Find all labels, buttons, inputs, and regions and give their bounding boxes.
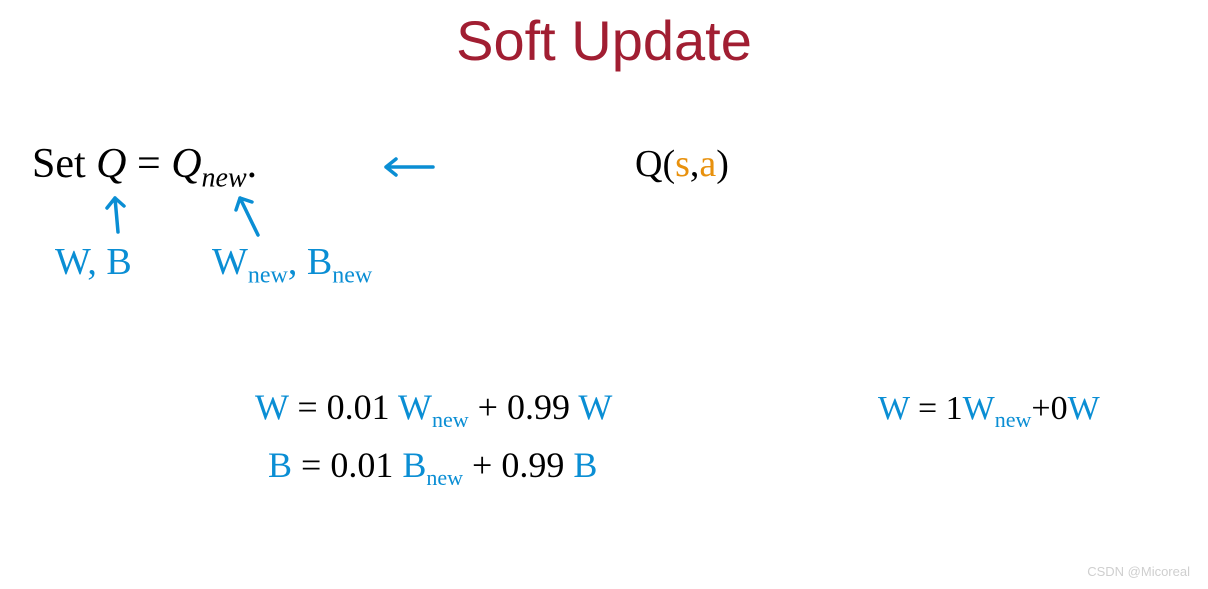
equation-w-hard-update: W = 1Wnew+0W (878, 390, 1100, 433)
arrow-up-left-icon (228, 188, 268, 238)
b-lhs: B (268, 445, 292, 485)
wnew-bnew-annotation: Wnew, Bnew (212, 240, 372, 290)
watermark-text: CSDN @Micoreal (1087, 564, 1190, 579)
q-function-notation: Q(s,a) (635, 142, 729, 186)
wr-plus: + (1031, 390, 1050, 427)
w-coef2: 0.99 (507, 387, 578, 427)
wr-var2: W (1068, 390, 1100, 427)
arrow-left-icon (378, 152, 438, 182)
b-coef1: 0.01 (330, 445, 402, 485)
paren-open: ( (662, 143, 675, 185)
b-equals: = (292, 445, 330, 485)
arrow-up-icon (100, 190, 130, 235)
b-new-sub: new (332, 263, 372, 289)
b-var1: B (402, 445, 426, 485)
q-letter: Q (635, 143, 662, 185)
action-a: a (699, 143, 716, 185)
set-q-equation: Set Q = Qnew. (32, 140, 257, 194)
w-b-annotation: W, B (55, 240, 132, 284)
w-new: W (212, 241, 248, 283)
w-var2: W (578, 387, 612, 427)
b-coef2: 0.99 (501, 445, 573, 485)
w-new-sub: new (248, 263, 288, 289)
w-coef1: 0.01 (327, 387, 398, 427)
b-var2: B (573, 445, 597, 485)
wr-lhs: W (878, 390, 909, 427)
w-sub1: new (432, 407, 469, 432)
period: . (247, 141, 258, 187)
w-var1: W (398, 387, 432, 427)
wr-coef1: 1 (946, 390, 963, 427)
b-new: , B (288, 241, 332, 283)
wr-var1: W (963, 390, 995, 427)
b-sub1: new (426, 465, 463, 490)
paren-close: ) (716, 143, 729, 185)
equation-w-update: W = 0.01 Wnew + 0.99 W (255, 386, 612, 433)
wr-equals: = (909, 390, 945, 427)
w-lhs: W (255, 387, 288, 427)
w-equals: = (288, 387, 326, 427)
wr-coef2: 0 (1051, 390, 1068, 427)
state-s: s (675, 143, 690, 185)
wr-sub1: new (995, 407, 1032, 432)
equation-b-update: B = 0.01 Bnew + 0.99 B (268, 444, 597, 491)
comma: , (690, 143, 700, 185)
q-new-symbol: Q (171, 141, 201, 187)
set-label: Set (32, 141, 96, 187)
w-plus: + (469, 387, 507, 427)
slide-title: Soft Update (456, 8, 752, 73)
equals-sign: = (127, 141, 172, 187)
q-symbol: Q (96, 141, 126, 187)
b-plus: + (463, 445, 501, 485)
